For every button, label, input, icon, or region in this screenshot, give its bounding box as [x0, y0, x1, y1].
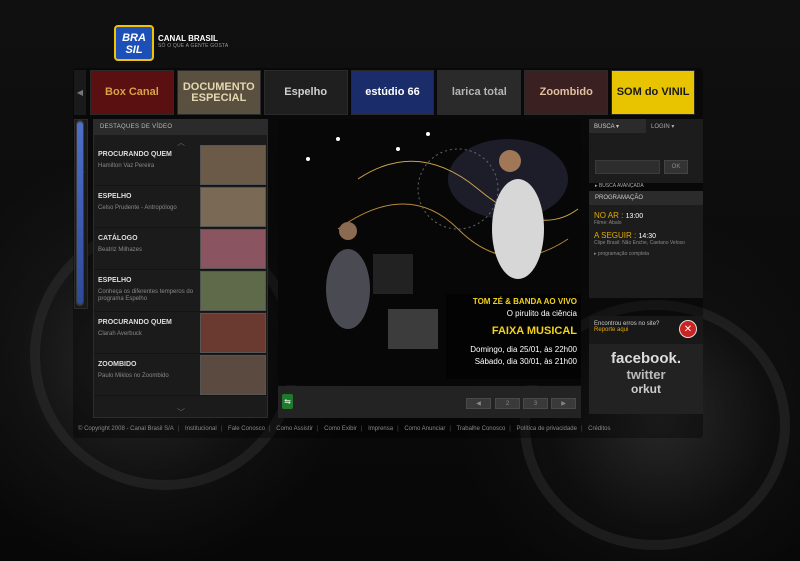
page-button[interactable]: ◀: [466, 398, 491, 409]
item-title: PROCURANDO QUEM: [98, 151, 172, 158]
search-login-tabs: BUSCA ▾ LOGIN ▾: [589, 119, 703, 133]
list-item[interactable]: ZOOMBIDO Paulo Miklos no Zoombido: [94, 354, 267, 396]
program-strip: ◀ Box Canal DOCUMENTO ESPECIAL Espelho e…: [74, 70, 696, 115]
orkut-link[interactable]: orkut: [589, 382, 703, 396]
footer: © Copyright 2008 - Canal Brasil S/A | Ins…: [78, 426, 611, 432]
program-thumb[interactable]: DOCUMENTO ESPECIAL: [176, 70, 261, 115]
item-title: ESPELHO: [98, 193, 132, 200]
list-item[interactable]: PROCURANDO QUEM Clarah Averbuck: [94, 312, 267, 354]
program-thumb[interactable]: SOM do VINIL: [611, 70, 696, 115]
item-desc: Conheça os diferentes temperos do progra…: [98, 289, 194, 302]
item-thumbnail[interactable]: [200, 229, 266, 269]
item-title: ESPELHO: [98, 277, 132, 284]
page-button[interactable]: ▶: [551, 398, 576, 409]
page-button[interactable]: 2: [495, 398, 520, 409]
feature-subtitle: O pirulito da ciência: [506, 309, 577, 318]
program-thumb[interactable]: larica total: [437, 70, 522, 115]
program-thumb[interactable]: Zoombido: [524, 70, 609, 115]
next-label: A SEGUIR : 14:30: [594, 231, 656, 240]
item-desc: Paulo Miklos no Zoombido: [98, 373, 169, 379]
footer-link[interactable]: Como Anunciar: [404, 426, 445, 432]
program-thumb[interactable]: estúdio 66: [350, 70, 435, 115]
feature-date-1: Domingo, dia 25/01, às 22h00: [470, 345, 577, 354]
feature-title: TOM ZÉ & BANDA AO VIVO: [472, 297, 577, 306]
navigation-scrollbar[interactable]: [76, 120, 84, 306]
canal-brasil-logo[interactable]: BRA SIL: [114, 25, 154, 61]
feature-date-2: Sábado, dia 30/01, às 21h00: [474, 357, 577, 366]
report-error-box: Encontrou erros no site? Reporte aqui ✕: [589, 316, 703, 344]
search-box: OK ▸ BUSCA AVANÇADA: [589, 133, 703, 189]
item-desc: Clarah Averbuck: [98, 331, 142, 337]
page-button[interactable]: 3: [523, 398, 548, 409]
featured-video[interactable]: TOM ZÉ & BANDA AO VIVO O pirulito da ciê…: [278, 119, 581, 385]
item-thumbnail[interactable]: [200, 187, 266, 227]
close-icon[interactable]: ✕: [679, 320, 697, 338]
full-schedule-link[interactable]: ▸ programação completa: [594, 251, 698, 257]
schedule-title: PROGRAMAÇÃO: [589, 191, 703, 205]
program-thumb[interactable]: Box Canal: [90, 70, 174, 115]
item-title: PROCURANDO QUEM: [98, 319, 172, 326]
next-desc: Clipe Brasil: Não Enche, Caetano Veloso: [594, 240, 685, 246]
feature-category: FAIXA MUSICAL: [491, 325, 577, 337]
advanced-search-link[interactable]: ▸ BUSCA AVANÇADA: [595, 183, 644, 189]
brand-name: CANAL BRASIL: [158, 34, 218, 43]
program-thumb[interactable]: Espelho: [263, 70, 348, 115]
item-thumbnail[interactable]: [200, 313, 266, 353]
copyright: © Copyright 2008 - Canal Brasil S/A: [78, 426, 174, 432]
brand-text: CANAL BRASIL SÓ O QUE A GENTE GOSTA: [158, 34, 228, 49]
video-highlights-panel: DESTAQUES DE VÍDEO ︿ PROCURANDO QUEM Hami…: [93, 119, 268, 418]
share-icon[interactable]: ⇋: [282, 394, 293, 409]
item-thumbnail[interactable]: [200, 355, 266, 395]
item-desc: Hamilton Vaz Pereira: [98, 163, 155, 169]
item-title: CATÁLOGO: [98, 235, 138, 242]
list-item[interactable]: CATÁLOGO Beatriz Milhazes: [94, 228, 267, 270]
footer-link[interactable]: Política de privacidade: [517, 426, 577, 432]
footer-link[interactable]: Como Exibir: [324, 426, 357, 432]
footer-link[interactable]: Trabalhe Conosco: [456, 426, 505, 432]
on-air-label: NO AR : 13:00: [594, 211, 644, 220]
search-input[interactable]: [595, 160, 660, 174]
footer-link[interactable]: Fale Conosco: [228, 426, 265, 432]
facebook-link[interactable]: facebook.: [589, 344, 703, 367]
footer-link[interactable]: Como Assistir: [276, 426, 313, 432]
brand-slogan: SÓ O QUE A GENTE GOSTA: [158, 43, 229, 49]
footer-link[interactable]: Institucional: [185, 426, 217, 432]
item-thumbnail[interactable]: [200, 145, 266, 185]
item-desc: Celso Prudente - Antropólogo: [98, 205, 177, 211]
search-ok-button[interactable]: OK: [664, 160, 688, 174]
next-time: 14:30: [638, 233, 656, 240]
list-item[interactable]: PROCURANDO QUEM Hamilton Vaz Pereira: [94, 144, 267, 186]
footer-link[interactable]: Imprensa: [368, 426, 393, 432]
highlights-title: DESTAQUES DE VÍDEO: [94, 120, 267, 135]
on-air-time: 13:00: [625, 213, 644, 220]
footer-link[interactable]: Créditos: [588, 426, 610, 432]
scroll-down-icon[interactable]: ﹀: [177, 407, 185, 418]
list-item[interactable]: ESPELHO Conheça os diferentes temperos do…: [94, 270, 267, 312]
tab-search[interactable]: BUSCA ▾: [589, 119, 646, 133]
on-air-desc: Filme: Abalo: [594, 220, 622, 226]
item-thumbnail[interactable]: [200, 271, 266, 311]
list-item[interactable]: ESPELHO Celso Prudente - Antropólogo: [94, 186, 267, 228]
social-links: facebook. twitter orkut: [589, 344, 703, 414]
strip-left-arrow-icon[interactable]: ◀: [74, 70, 86, 115]
schedule-box: NO AR : 13:00 Filme: Abalo A SEGUIR : 14…: [589, 205, 703, 298]
item-desc: Beatriz Milhazes: [98, 247, 143, 253]
twitter-link[interactable]: twitter: [589, 367, 703, 382]
tab-login[interactable]: LOGIN ▾: [646, 119, 703, 133]
item-title: ZOOMBIDO: [98, 361, 137, 368]
